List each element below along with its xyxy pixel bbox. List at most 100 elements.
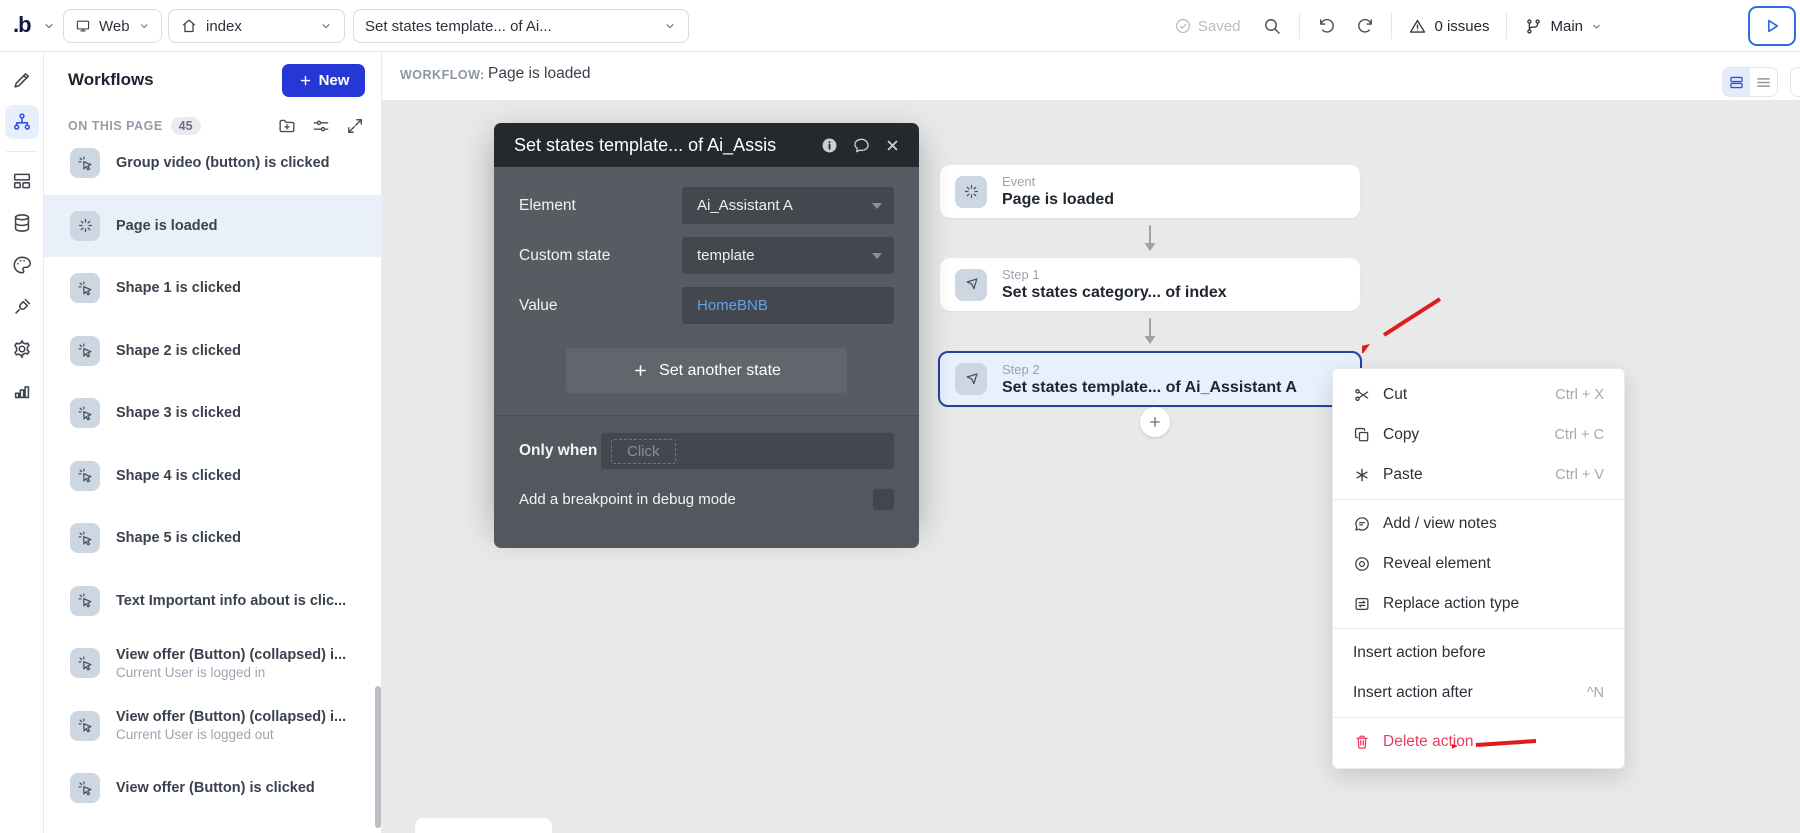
rail-item-styles[interactable] (5, 248, 39, 282)
warning-triangle-icon (1408, 17, 1427, 36)
workflow-list-item[interactable]: View offer (Button) (collapsed) i... Cur… (44, 632, 381, 695)
workflow-item-title: View offer (Button) (collapsed) i... (116, 647, 346, 663)
chevron-down-icon (138, 19, 150, 33)
custom-state-dropdown[interactable]: template (682, 237, 894, 274)
value-expression-field[interactable]: HomeBNB (682, 287, 894, 324)
card-kind-label: Step 2 (1002, 362, 1297, 377)
only-when-input[interactable]: Click (601, 433, 894, 469)
undo-icon[interactable] (1317, 16, 1337, 36)
menu-item-icon (1353, 555, 1371, 573)
list-view-button[interactable] (1750, 68, 1777, 96)
context-menu-item[interactable]: Paste Ctrl + V (1333, 455, 1624, 495)
divider (1506, 13, 1507, 39)
new-workflow-button[interactable]: New (282, 64, 365, 97)
context-menu-item[interactable]: Delete action (1333, 722, 1624, 762)
card-title: Set states template... of Ai_Assistant A (1002, 379, 1297, 397)
workflow-list-item[interactable]: View offer (Button) (collapsed) i... Cur… (44, 695, 381, 758)
workflow-item-icon (70, 211, 100, 241)
context-menu-item[interactable]: Copy Ctrl + C (1333, 415, 1624, 455)
add-action-button[interactable] (1140, 407, 1170, 437)
workflow-item-icon (70, 711, 100, 741)
context-menu-item[interactable]: Insert action after ^N (1333, 673, 1624, 713)
context-menu-item[interactable]: Reveal element (1333, 544, 1624, 584)
context-menu-item[interactable]: Insert action before (1333, 633, 1624, 673)
home-icon (180, 17, 198, 35)
workflow-list-item[interactable]: Group video (button) is clicked (44, 132, 381, 195)
menu-item-shortcut: Ctrl + X (1555, 387, 1604, 403)
issues-indicator[interactable]: 0 issues (1408, 17, 1489, 36)
panel-scrollbar[interactable] (375, 686, 381, 828)
workflow-list-item[interactable]: Text Important info about is clic... (44, 570, 381, 633)
rail-item-plugins[interactable] (5, 290, 39, 324)
rail-item-design[interactable] (5, 63, 39, 97)
logo-chevron-down-icon[interactable] (42, 19, 56, 33)
rail-item-workflows[interactable] (5, 105, 39, 139)
saved-status: Saved (1174, 17, 1241, 35)
chevron-down-icon (1590, 20, 1603, 33)
custom-state-field-label: Custom state (519, 247, 610, 265)
workflow-list-item[interactable]: Shape 4 is clicked (44, 445, 381, 508)
close-icon[interactable] (884, 137, 901, 154)
context-menu: Cut Ctrl + X Copy Ctrl + C Paste Ctrl + … (1332, 368, 1625, 769)
set-another-state-button[interactable]: Set another state (566, 348, 847, 393)
context-menu-item[interactable]: Add / view notes (1333, 504, 1624, 544)
element-dropdown[interactable]: Ai_Assistant A (682, 187, 894, 224)
branch-selector[interactable]: Main (1524, 17, 1603, 36)
only-when-placeholder[interactable]: Click (611, 439, 676, 464)
new-button-label: New (319, 72, 350, 89)
rail-item-settings[interactable] (5, 332, 39, 366)
workflow-list-item[interactable]: Shape 1 is clicked (44, 257, 381, 320)
workflow-list: Group video (button) is clicked Page is … (44, 132, 381, 833)
workflow-list-item[interactable]: Page is loaded (44, 195, 381, 258)
platform-dropdown[interactable]: Web (63, 9, 162, 43)
workflow-label: WORKFLOW: (400, 68, 485, 82)
page-dropdown[interactable]: index (168, 9, 345, 43)
value-expression-text: HomeBNB (697, 297, 768, 314)
context-menu-item[interactable]: Cut Ctrl + X (1333, 375, 1624, 415)
workflow-card-step2-selected[interactable]: Step 2 Set states template... of Ai_Assi… (938, 351, 1362, 407)
rail-item-data[interactable] (5, 206, 39, 240)
workflows-panel: Workflows New ON THIS PAGE 45 Group vide… (44, 52, 382, 833)
list-lines-icon (1754, 73, 1773, 92)
dialog-header[interactable]: Set states template... of Ai_Assis (494, 123, 919, 167)
canvas-zoom-control-partial[interactable] (415, 818, 552, 833)
card-view-button[interactable] (1723, 68, 1750, 96)
menu-item-label: Reveal element (1383, 555, 1491, 573)
divider (6, 151, 38, 152)
step1-card-icon (955, 269, 987, 301)
rail-item-components[interactable] (5, 164, 39, 198)
bubble-logo: .b (13, 12, 31, 38)
redo-icon[interactable] (1355, 16, 1375, 36)
breakpoint-checkbox[interactable] (873, 489, 894, 510)
custom-state-dropdown-value: template (697, 247, 755, 264)
workflow-card-step1[interactable]: Step 1 Set states category... of index (940, 258, 1360, 311)
saved-label: Saved (1198, 18, 1241, 35)
menu-item-label: Delete action (1383, 733, 1473, 751)
chevron-down-icon (319, 19, 333, 33)
rail-item-logs[interactable] (5, 374, 39, 408)
workflow-card-event[interactable]: Event Page is loaded (940, 165, 1360, 218)
workflow-list-item[interactable]: View offer (Button) is clicked (44, 757, 381, 820)
rows-icon (1727, 73, 1746, 92)
comment-icon[interactable] (852, 136, 871, 155)
git-branch-icon (1524, 17, 1543, 36)
action-properties-dialog: Set states template... of Ai_Assis Eleme… (494, 123, 919, 521)
workflow-select-dropdown[interactable]: Set states template... of Ai... (353, 9, 689, 43)
notes-button-partial[interactable] (1790, 67, 1800, 97)
check-circle-icon (1174, 17, 1192, 35)
workflow-list-item[interactable]: Shape 3 is clicked (44, 382, 381, 445)
preview-run-button[interactable] (1748, 6, 1796, 46)
info-icon[interactable] (820, 136, 839, 155)
workflow-list-item[interactable]: Shape 5 is clicked (44, 507, 381, 570)
workflow-item-icon (70, 461, 100, 491)
context-menu-item[interactable]: Replace action type (1333, 584, 1624, 624)
rail-item-icon (11, 380, 33, 402)
search-icon[interactable] (1262, 16, 1282, 36)
element-field-label: Element (519, 197, 576, 215)
workflow-item-icon (70, 273, 100, 303)
workflow-list-item[interactable]: Shape 2 is clicked (44, 320, 381, 383)
canvas-header: WORKFLOW: Page is loaded (382, 52, 1800, 100)
page-label: index (206, 18, 242, 35)
workflow-item-subtitle: Current User is logged in (116, 665, 346, 680)
dialog-body: Element Ai_Assistant A Custom state temp… (494, 167, 919, 521)
